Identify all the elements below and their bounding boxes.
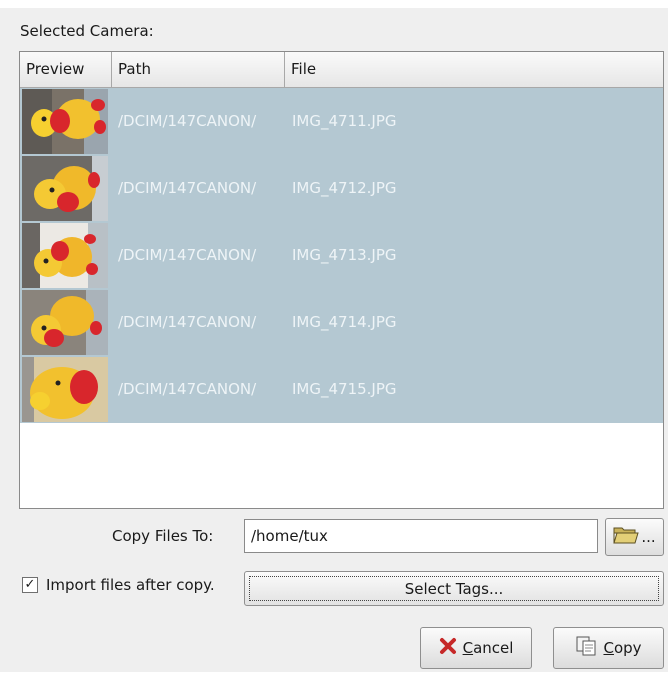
- copy-files-to-label: Copy Files To:: [112, 527, 214, 545]
- browse-folder-button[interactable]: ...: [605, 518, 664, 556]
- import-after-copy-row: ✓ Import files after copy.: [22, 576, 215, 594]
- browse-ellipsis: ...: [641, 528, 656, 546]
- column-header-path[interactable]: Path: [112, 52, 285, 88]
- copy-button[interactable]: Copy: [553, 627, 664, 669]
- selected-camera-label: Selected Camera:: [20, 22, 154, 40]
- copy-pages-icon: [575, 635, 597, 661]
- cell-path: /DCIM/147CANON/: [118, 380, 257, 398]
- select-tags-button[interactable]: Select Tags...: [244, 571, 664, 606]
- red-x-icon: [439, 637, 457, 659]
- list-row[interactable]: /DCIM/147CANON/ IMG_4711.JPG: [20, 88, 663, 155]
- list-row[interactable]: /DCIM/147CANON/ IMG_4715.JPG: [20, 356, 663, 423]
- preview-thumbnail: [22, 223, 108, 288]
- cell-path: /DCIM/147CANON/: [118, 112, 257, 130]
- preview-thumbnail: [22, 156, 108, 221]
- cell-file: IMG_4713.JPG: [292, 246, 397, 264]
- list-header: Preview Path File: [20, 52, 663, 88]
- cell-file: IMG_4712.JPG: [292, 179, 397, 197]
- cancel-label: Cancel: [462, 639, 514, 657]
- folder-open-icon: [613, 525, 640, 549]
- cell-path: /DCIM/147CANON/: [118, 179, 257, 197]
- import-after-copy-label[interactable]: Import files after copy.: [46, 576, 215, 594]
- import-dialog: Selected Camera: Preview Path File /DCIM…: [0, 0, 668, 674]
- cell-file: IMG_4715.JPG: [292, 380, 397, 398]
- list-row[interactable]: /DCIM/147CANON/ IMG_4712.JPG: [20, 155, 663, 222]
- column-header-preview[interactable]: Preview: [20, 52, 112, 88]
- list-rows: /DCIM/147CANON/ IMG_4711.JPG /DCIM/147CA…: [20, 88, 663, 423]
- preview-thumbnail: [22, 89, 108, 154]
- cell-file: IMG_4711.JPG: [292, 112, 397, 130]
- cell-path: /DCIM/147CANON/: [118, 246, 257, 264]
- preview-thumbnail: [22, 357, 108, 422]
- select-tags-label: Select Tags...: [404, 579, 504, 598]
- cell-path: /DCIM/147CANON/: [118, 313, 257, 331]
- column-header-file[interactable]: File: [285, 52, 663, 88]
- copy-label: Copy: [603, 639, 642, 657]
- import-after-copy-checkbox[interactable]: ✓: [22, 577, 38, 593]
- destination-path-input[interactable]: [244, 519, 598, 553]
- cell-file: IMG_4714.JPG: [292, 313, 397, 331]
- top-border: [0, 0, 668, 8]
- photo-list[interactable]: Preview Path File /DCIM/147CANON/ IMG_47…: [19, 51, 664, 509]
- list-row[interactable]: /DCIM/147CANON/ IMG_4713.JPG: [20, 222, 663, 289]
- list-row[interactable]: /DCIM/147CANON/ IMG_4714.JPG: [20, 289, 663, 356]
- preview-thumbnail: [22, 290, 108, 355]
- cancel-button[interactable]: Cancel: [420, 627, 532, 669]
